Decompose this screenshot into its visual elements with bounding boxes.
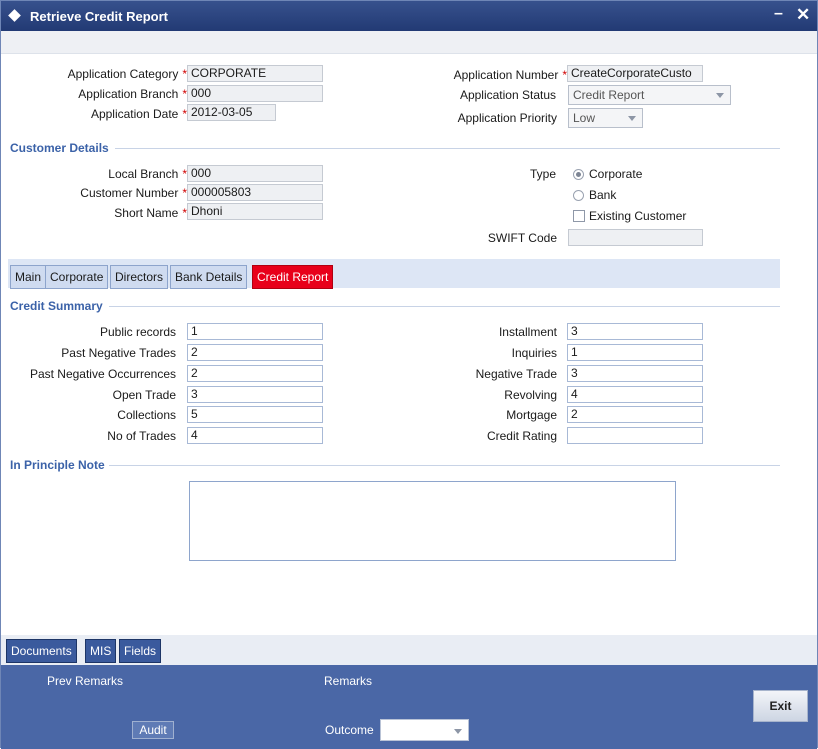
divider	[115, 148, 780, 149]
application-status-value: Credit Report	[573, 88, 645, 102]
credit-rating-label: Credit Rating	[486, 429, 557, 443]
tab-main[interactable]: Main	[10, 265, 47, 289]
title-bar: Retrieve Credit Report – ✕	[1, 1, 817, 31]
tab-fields[interactable]: Fields	[119, 639, 162, 663]
divider	[109, 306, 780, 307]
credit-summary-heading: Credit Summary	[10, 299, 103, 313]
past-negative-occurrences-field[interactable]: 2	[187, 365, 323, 382]
application-status-label: Application Status	[459, 88, 556, 102]
customer-details-heading: Customer Details	[10, 141, 109, 155]
tab-documents[interactable]: Documents	[6, 639, 77, 663]
negative-trade-label: Negative Trade	[475, 367, 557, 381]
local-branch-field[interactable]: 000	[187, 165, 323, 182]
type-corporate-label: Corporate	[589, 167, 643, 181]
application-category-field[interactable]: CORPORATE	[187, 65, 323, 82]
swift-code-label: SWIFT Code	[487, 231, 557, 245]
prev-remarks-link[interactable]: Prev Remarks	[47, 674, 123, 688]
swift-code-field[interactable]	[568, 229, 703, 246]
type-bank-label: Bank	[589, 188, 617, 202]
chevron-down-icon	[716, 93, 724, 98]
tab-credit-report[interactable]: Credit Report	[252, 265, 334, 289]
application-branch-field[interactable]: 000	[187, 85, 323, 102]
outcome-select[interactable]	[380, 719, 469, 741]
application-priority-value: Low	[573, 111, 596, 125]
remarks-link[interactable]: Remarks	[324, 674, 372, 688]
revolving-label: Revolving	[504, 388, 557, 402]
application-priority-label: Application Priority	[457, 111, 557, 125]
past-negative-trades-field[interactable]: 2	[187, 344, 323, 361]
window-icon	[8, 9, 21, 22]
type-label: Type	[529, 167, 556, 181]
past-negative-occurrences-label: Past Negative Occurrences	[29, 367, 176, 381]
close-icon[interactable]: ✕	[796, 5, 810, 25]
type-corporate-radio[interactable]	[573, 169, 584, 180]
application-date-field[interactable]: 2012-03-05	[187, 104, 276, 121]
exit-button[interactable]: Exit	[753, 690, 808, 722]
audit-button[interactable]: Audit	[132, 721, 174, 739]
inquiries-field[interactable]: 1	[567, 344, 703, 361]
application-status-select[interactable]: Credit Report	[568, 85, 731, 105]
inquiries-label: Inquiries	[511, 346, 557, 360]
negative-trade-field[interactable]: 3	[567, 365, 703, 382]
application-priority-select[interactable]: Low	[568, 108, 643, 128]
divider	[109, 465, 780, 466]
mortgage-label: Mortgage	[506, 408, 557, 422]
mortgage-field[interactable]: 2	[567, 406, 703, 423]
tab-mis[interactable]: MIS	[85, 639, 117, 663]
installment-field[interactable]: 3	[567, 323, 703, 340]
collections-label: Collections	[117, 408, 176, 422]
credit-rating-field[interactable]	[567, 427, 703, 444]
past-negative-trades-label: Past Negative Trades	[61, 346, 176, 360]
tab-corporate[interactable]: Corporate	[45, 265, 109, 289]
short-name-label: Short Name *	[114, 206, 187, 220]
chevron-down-icon	[454, 729, 462, 734]
in-principle-note-textarea[interactable]	[189, 481, 676, 561]
retrieve-credit-report-window: Retrieve Credit Report – ✕ Application C…	[0, 0, 818, 749]
open-trade-field[interactable]: 3	[187, 386, 323, 403]
existing-customer-label: Existing Customer	[589, 209, 687, 223]
customer-number-label: Customer Number *	[80, 186, 187, 200]
application-number-label: Application Number *	[453, 68, 567, 82]
outcome-label: Outcome	[325, 723, 374, 737]
collections-field[interactable]: 5	[187, 406, 323, 423]
existing-customer-checkbox[interactable]	[573, 210, 585, 222]
public-records-field[interactable]: 1	[187, 323, 323, 340]
in-principle-note-heading: In Principle Note	[10, 458, 105, 472]
short-name-field[interactable]: Dhoni	[187, 203, 323, 220]
installment-label: Installment	[498, 325, 557, 339]
local-branch-label: Local Branch *	[108, 167, 187, 181]
customer-number-field[interactable]: 000005803	[187, 184, 323, 201]
tab-directors[interactable]: Directors	[110, 265, 169, 289]
type-bank-radio[interactable]	[573, 190, 584, 201]
public-records-label: Public records	[99, 325, 176, 339]
no-of-trades-label: No of Trades	[107, 429, 176, 443]
window-title: Retrieve Credit Report	[30, 9, 168, 24]
toolbar-strip	[1, 31, 817, 54]
open-trade-label: Open Trade	[112, 388, 176, 402]
application-number-field[interactable]: CreateCorporateCusto	[567, 65, 703, 82]
chevron-down-icon	[628, 116, 636, 121]
application-category-label: Application Category *	[67, 67, 187, 81]
application-branch-label: Application Branch *	[78, 87, 187, 101]
tab-bank-details[interactable]: Bank Details	[170, 265, 248, 289]
no-of-trades-field[interactable]: 4	[187, 427, 323, 444]
minimize-icon[interactable]: –	[774, 5, 783, 23]
revolving-field[interactable]: 4	[567, 386, 703, 403]
application-date-label: Application Date *	[90, 107, 187, 121]
